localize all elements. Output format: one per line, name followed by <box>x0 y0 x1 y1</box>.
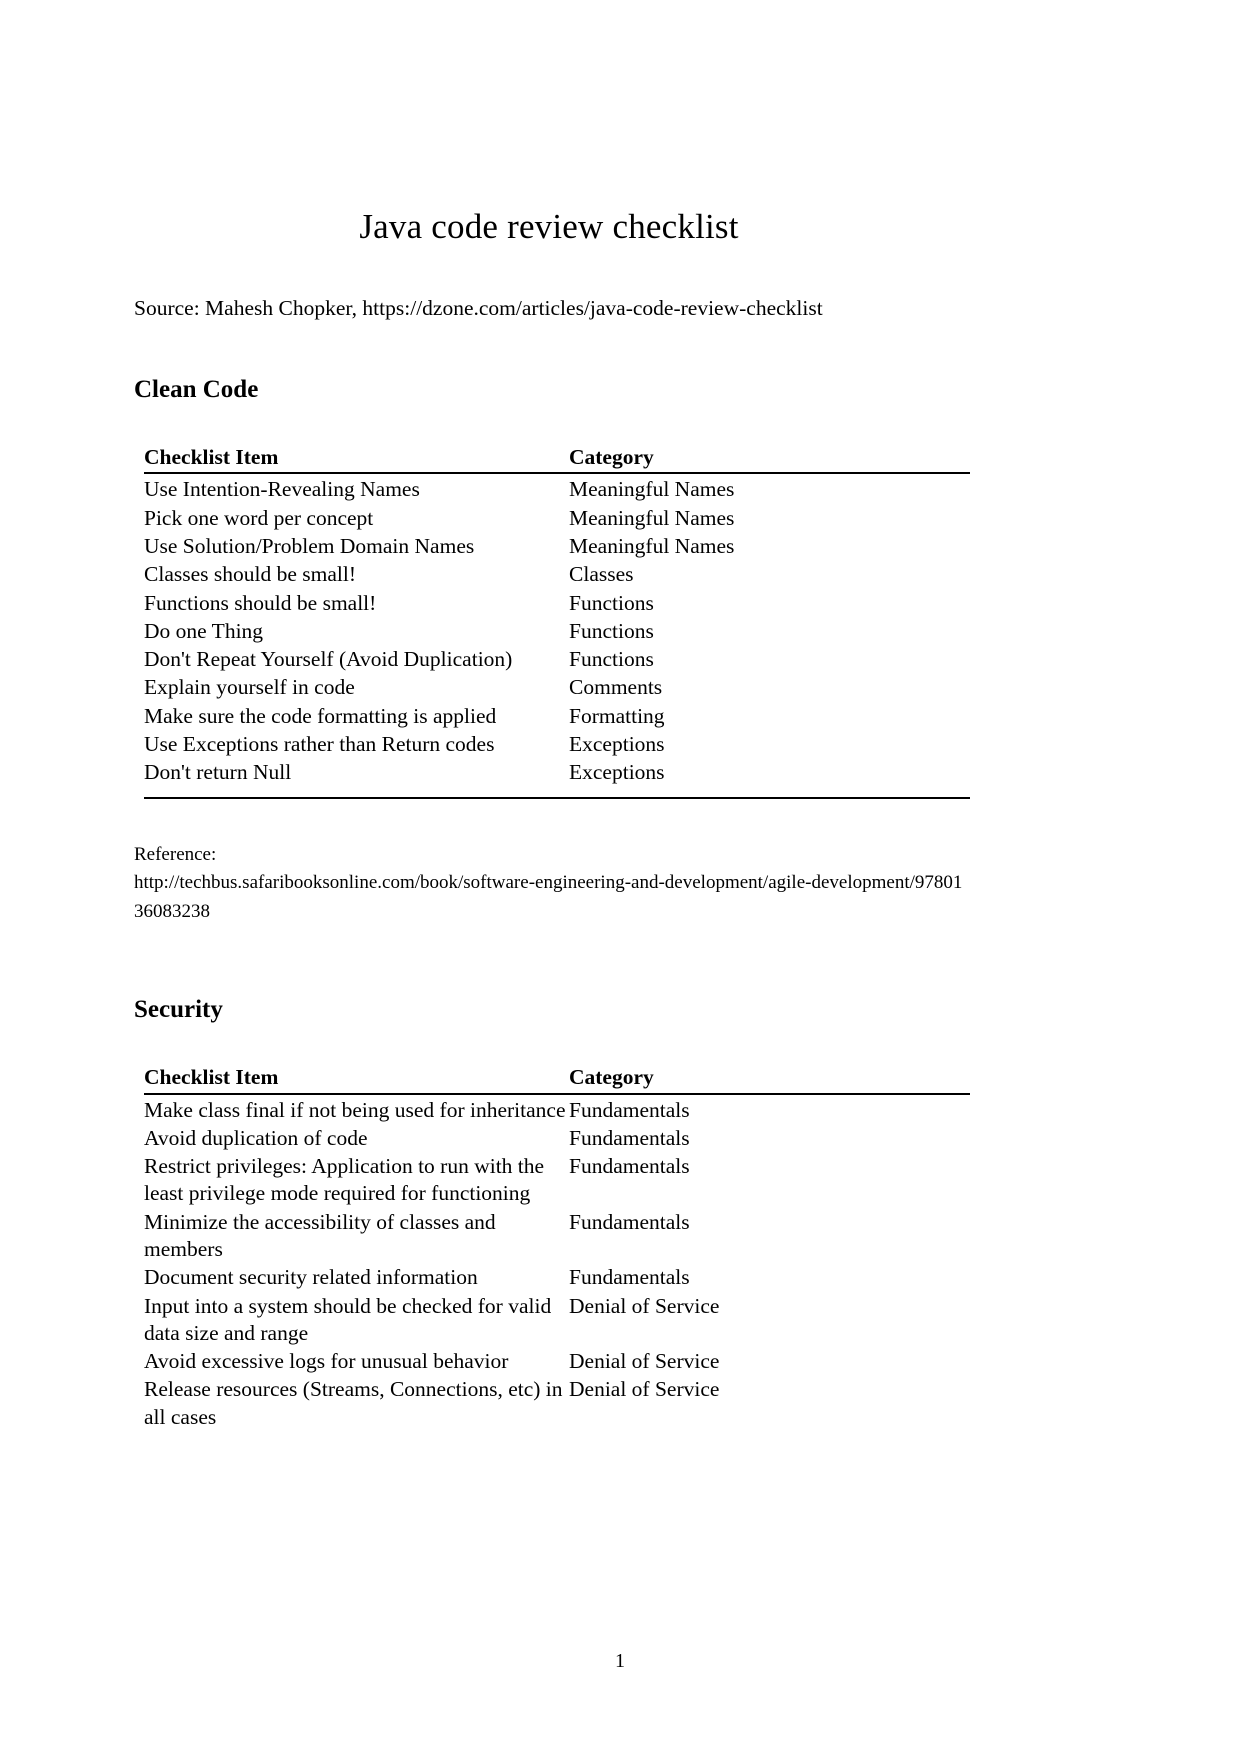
clean-code-table: Checklist Item Category Use Intention-Re… <box>144 436 970 800</box>
table-bottom-spacer <box>144 788 970 798</box>
table-row: Make sure the code formatting is applied… <box>144 703 970 731</box>
cell-category: Meaningful Names <box>569 533 735 558</box>
table-row: Do one Thing Functions <box>144 618 970 646</box>
cell-checklist-item: Use Exceptions rather than Return codes <box>144 731 495 756</box>
cell-category: Fundamentals <box>569 1209 690 1234</box>
cell-category: Denial of Service <box>569 1349 720 1374</box>
cell-checklist-item: Release resources (Streams, Connections,… <box>144 1377 563 1429</box>
cell-category: Formatting <box>569 703 665 728</box>
cell-category: Comments <box>569 675 663 700</box>
cell-checklist-item: Do one Thing <box>144 618 264 643</box>
cell-checklist-item: Classes should be small! <box>144 562 356 587</box>
cell-category: Denial of Service <box>569 1293 720 1318</box>
table-row: Classes should be small! Classes <box>144 561 970 589</box>
table-bottom-rule <box>144 796 970 800</box>
cell-category: Exceptions <box>569 760 665 785</box>
table-row: Release resources (Streams, Connections,… <box>144 1376 970 1432</box>
cell-category: Denial of Service <box>569 1377 720 1402</box>
security-table: Checklist Item Category Make class final… <box>144 1056 970 1432</box>
table-row: Explain yourself in code Comments <box>144 674 970 702</box>
cell-checklist-item: Make class final if not being used for i… <box>144 1097 566 1122</box>
cell-category: Functions <box>569 647 654 672</box>
table-row: Use Intention-Revealing Names Meaningful… <box>144 475 970 504</box>
table-row: Input into a system should be checked fo… <box>144 1293 970 1349</box>
cell-checklist-item: Functions should be small! <box>144 590 377 615</box>
table-row: Document security related information Fu… <box>144 1264 970 1292</box>
cell-checklist-item: Restrict privileges: Application to run … <box>144 1154 545 1206</box>
page-title: Java code review checklist <box>359 207 739 246</box>
cell-checklist-item: Avoid excessive logs for unusual behavio… <box>144 1349 509 1374</box>
page-number: 1 <box>615 1650 625 1672</box>
table-row: Avoid duplication of code Fundamentals <box>144 1125 970 1153</box>
cell-checklist-item: Don't return Null <box>144 760 292 785</box>
cell-checklist-item: Use Intention-Revealing Names <box>144 477 420 502</box>
cell-checklist-item: Pick one word per concept <box>144 505 374 530</box>
cell-category: Fundamentals <box>569 1265 690 1290</box>
column-header-checklist-item: Checklist Item <box>144 1065 279 1090</box>
section-heading-clean-code: Clean Code <box>134 376 259 404</box>
cell-checklist-item: Minimize the accessibility of classes an… <box>144 1209 496 1261</box>
cell-category: Fundamentals <box>569 1125 690 1150</box>
cell-checklist-item: Document security related information <box>144 1265 478 1290</box>
table-row: Make class final if not being used for i… <box>144 1096 970 1125</box>
column-header-category: Category <box>569 1065 654 1090</box>
cell-checklist-item: Explain yourself in code <box>144 675 355 700</box>
cell-category: Fundamentals <box>569 1154 690 1179</box>
table-header-row: Checklist Item Category <box>144 1056 970 1093</box>
cell-checklist-item: Avoid duplication of code <box>144 1125 368 1150</box>
cell-category: Meaningful Names <box>569 505 735 530</box>
table-row: Don't Repeat Yourself (Avoid Duplication… <box>144 646 970 674</box>
table-row: Restrict privileges: Application to run … <box>144 1153 970 1209</box>
document-page: Java code review checklist Source: Mahes… <box>0 0 1240 1754</box>
reference-label: Reference: <box>134 843 217 865</box>
cell-category: Meaningful Names <box>569 477 735 502</box>
table-row: Avoid excessive logs for unusual behavio… <box>144 1348 970 1376</box>
table-row: Don't return Null Exceptions <box>144 759 970 787</box>
reference-url: http://techbus.safaribooksonline.com/boo… <box>134 872 963 923</box>
cell-checklist-item: Use Solution/Problem Domain Names <box>144 533 475 558</box>
column-header-checklist-item: Checklist Item <box>144 445 279 470</box>
source-attribution: Source: Mahesh Chopker, https://dzone.co… <box>134 296 823 320</box>
clean-code-reference: Reference: http://techbus.safaribooksonl… <box>134 841 964 928</box>
cell-category: Fundamentals <box>569 1097 690 1122</box>
section-heading-security: Security <box>134 996 223 1024</box>
cell-category: Functions <box>569 590 654 615</box>
column-header-category: Category <box>569 445 654 470</box>
cell-category: Exceptions <box>569 731 665 756</box>
cell-checklist-item: Don't Repeat Yourself (Avoid Duplication… <box>144 647 513 672</box>
cell-category: Classes <box>569 562 634 587</box>
table-row: Minimize the accessibility of classes an… <box>144 1209 970 1265</box>
cell-checklist-item: Input into a system should be checked fo… <box>144 1293 552 1345</box>
table-row: Use Exceptions rather than Return codes … <box>144 731 970 759</box>
page-content: Java code review checklist Source: Mahes… <box>134 0 970 1432</box>
cell-category: Functions <box>569 618 654 643</box>
table-row: Use Solution/Problem Domain Names Meanin… <box>144 533 970 561</box>
table-row: Functions should be small! Functions <box>144 590 970 618</box>
table-row: Pick one word per concept Meaningful Nam… <box>144 505 970 533</box>
cell-checklist-item: Make sure the code formatting is applied <box>144 703 497 728</box>
table-header-row: Checklist Item Category <box>144 436 970 473</box>
